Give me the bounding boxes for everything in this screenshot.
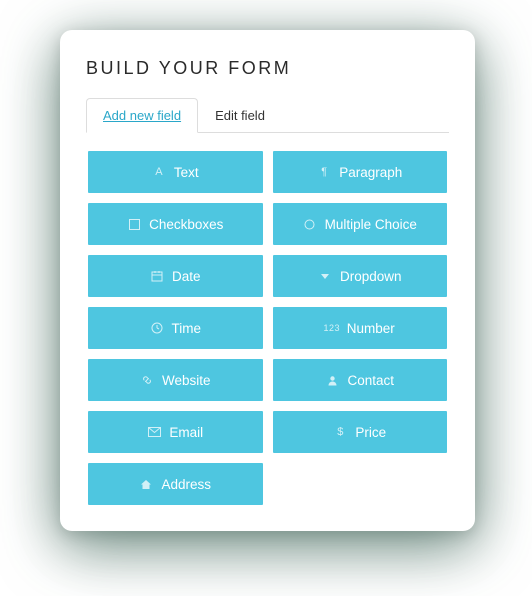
field-label: Number [347,321,395,336]
field-number-button[interactable]: 123 Number [273,307,448,349]
tab-edit-field[interactable]: Edit field [198,98,282,133]
home-icon [139,477,153,491]
field-price-button[interactable]: $ Price [273,411,448,453]
field-website-button[interactable]: Website [88,359,263,401]
clock-icon [150,321,164,335]
tab-add-new-field[interactable]: Add new field [86,98,198,133]
paragraph-icon: ¶ [317,165,331,179]
field-label: Text [174,165,199,180]
checkbox-icon [127,217,141,231]
user-icon [325,373,339,387]
field-text-button[interactable]: A Text [88,151,263,193]
number-icon: 123 [325,321,339,335]
field-date-button[interactable]: Date [88,255,263,297]
field-type-grid: A Text ¶ Paragraph Checkboxes Multiple C… [86,151,449,505]
field-label: Website [162,373,211,388]
font-icon: A [152,165,166,179]
field-checkboxes-button[interactable]: Checkboxes [88,203,263,245]
field-dropdown-button[interactable]: Dropdown [273,255,448,297]
field-label: Contact [347,373,394,388]
caret-down-icon [318,269,332,283]
dollar-icon: $ [333,425,347,439]
panel-title: BUILD YOUR FORM [86,58,449,79]
field-email-button[interactable]: Email [88,411,263,453]
envelope-icon [147,425,161,439]
field-label: Paragraph [339,165,402,180]
field-label: Checkboxes [149,217,223,232]
tab-bar: Add new field Edit field [86,97,449,133]
field-multiple-choice-button[interactable]: Multiple Choice [273,203,448,245]
link-icon [140,373,154,387]
field-label: Dropdown [340,269,402,284]
field-paragraph-button[interactable]: ¶ Paragraph [273,151,448,193]
field-label: Time [172,321,202,336]
field-label: Email [169,425,203,440]
field-label: Address [161,477,211,492]
calendar-icon [150,269,164,283]
field-label: Date [172,269,201,284]
field-contact-button[interactable]: Contact [273,359,448,401]
form-builder-panel: BUILD YOUR FORM Add new field Edit field… [60,30,475,531]
field-label: Multiple Choice [325,217,417,232]
radio-icon [303,217,317,231]
field-time-button[interactable]: Time [88,307,263,349]
field-label: Price [355,425,386,440]
field-address-button[interactable]: Address [88,463,263,505]
